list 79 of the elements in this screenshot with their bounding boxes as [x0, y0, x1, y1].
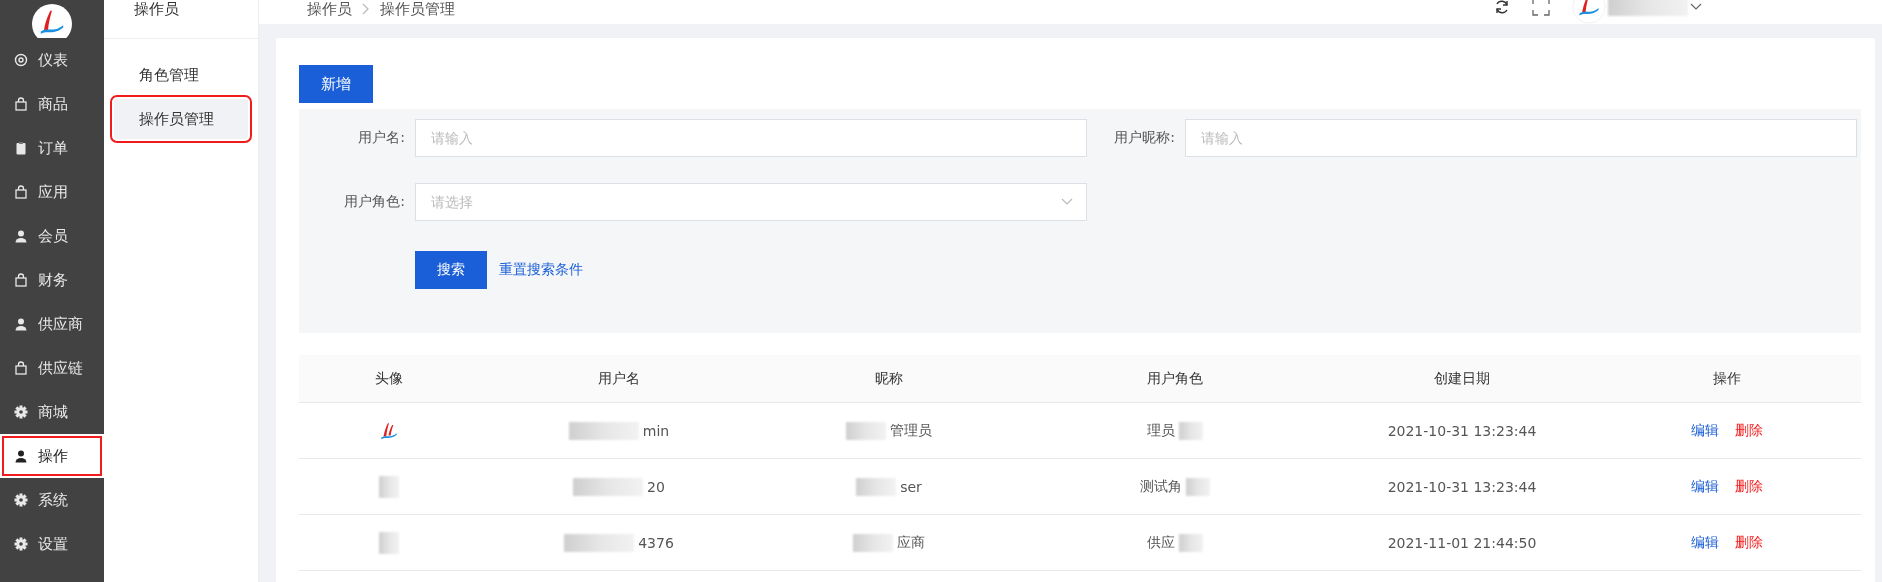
search-button[interactable]: 搜索 [415, 251, 487, 289]
table-cell: min [642, 422, 670, 439]
field-label: 用户角色: [343, 193, 406, 211]
sidebar-item[interactable]: 仪表 [0, 38, 104, 82]
blurred-text [564, 533, 635, 552]
table-cell: 理员 [1147, 421, 1175, 440]
table-cell: 4376 [638, 534, 674, 551]
sidebar-item[interactable]: 设置 [0, 522, 104, 566]
table-cell: 应商 [897, 533, 925, 552]
submenu-title: 操作员 [104, 0, 258, 39]
sidebar-item[interactable]: 应用 [0, 170, 104, 214]
gear-icon [14, 405, 28, 419]
field-label: 用户昵称: [1113, 129, 1176, 147]
user-icon [14, 317, 28, 331]
delete-link[interactable]: 删除 [1735, 533, 1763, 552]
dashboard-icon [14, 53, 28, 67]
sidebar-item[interactable]: 操作 [0, 434, 104, 478]
user-icon [14, 449, 28, 463]
sidebar-item[interactable]: 系统 [0, 478, 104, 522]
column-header: 用户角色 [1146, 369, 1204, 388]
chevron-down-icon [1061, 198, 1073, 206]
bag-icon [14, 97, 28, 111]
blurred-text [853, 533, 893, 552]
chevron-right-icon [362, 3, 370, 15]
sidebar-item[interactable]: 商城 [0, 390, 104, 434]
bag-icon [14, 185, 28, 199]
table-cell: 测试角 [1140, 477, 1182, 496]
reset-link[interactable]: 重置搜索条件 [499, 261, 583, 279]
gear-icon [14, 493, 28, 507]
clipboard-icon [14, 141, 28, 155]
column-header: 昵称 [874, 369, 904, 388]
input-field[interactable]: 请输入 [415, 119, 1087, 157]
table-cell: 20 [647, 478, 665, 495]
table-cell: 2021-11-01 21:44:50 [1387, 534, 1537, 551]
sidebar-item[interactable]: 供应商 [0, 302, 104, 346]
column-header: 操作 [1712, 369, 1742, 388]
blurred-text [1179, 533, 1203, 552]
blurred-text [846, 421, 886, 440]
bag-icon [14, 273, 28, 287]
avatar-icon[interactable] [1572, 0, 1606, 24]
edit-link[interactable]: 编辑 [1691, 533, 1719, 552]
blurred-text [573, 477, 644, 496]
edit-link[interactable]: 编辑 [1691, 477, 1719, 496]
table-cell: 2021-10-31 13:23:44 [1387, 422, 1537, 439]
table-cell: 2021-10-31 13:23:44 [1387, 478, 1537, 495]
table-cell: 供应 [1147, 533, 1175, 552]
column-header: 头像 [374, 369, 404, 388]
blurred-text [856, 477, 897, 496]
bag-icon [14, 361, 28, 375]
input-field[interactable]: 请输入 [1185, 119, 1857, 157]
table-cell: ser [900, 478, 922, 495]
logo-icon [32, 4, 72, 38]
sidebar-item[interactable]: 会员 [0, 214, 104, 258]
fullscreen-icon[interactable] [1532, 0, 1550, 16]
blurred-avatar [379, 475, 399, 498]
add-button[interactable]: 新增 [299, 65, 373, 103]
blurred-avatar [379, 531, 399, 554]
column-header: 创建日期 [1433, 369, 1491, 388]
select-field[interactable]: 请选择 [415, 183, 1087, 221]
sidebar-item[interactable]: 财务 [0, 258, 104, 302]
sidebar-item[interactable]: 供应链 [0, 346, 104, 390]
field-label: 用户名: [357, 129, 406, 147]
breadcrumb-item[interactable]: 操作员管理 [380, 0, 455, 18]
table-cell: 管理员 [890, 421, 932, 440]
breadcrumb-item[interactable]: 操作员 [307, 0, 352, 18]
refresh-icon[interactable] [1494, 0, 1510, 15]
sidebar-item[interactable]: 订单 [0, 126, 104, 170]
blurred-text [568, 421, 639, 440]
blurred-text [1186, 477, 1210, 496]
user-icon [14, 229, 28, 243]
blurred-text [1179, 421, 1203, 440]
gear-icon [14, 537, 28, 551]
delete-link[interactable]: 删除 [1735, 421, 1763, 440]
edit-link[interactable]: 编辑 [1691, 421, 1719, 440]
chevron-down-icon[interactable] [1690, 3, 1702, 11]
submenu-item[interactable]: 角色管理 [114, 55, 248, 95]
column-header: 用户名 [597, 369, 641, 388]
sidebar-item[interactable]: 商品 [0, 82, 104, 126]
delete-link[interactable]: 删除 [1735, 477, 1763, 496]
